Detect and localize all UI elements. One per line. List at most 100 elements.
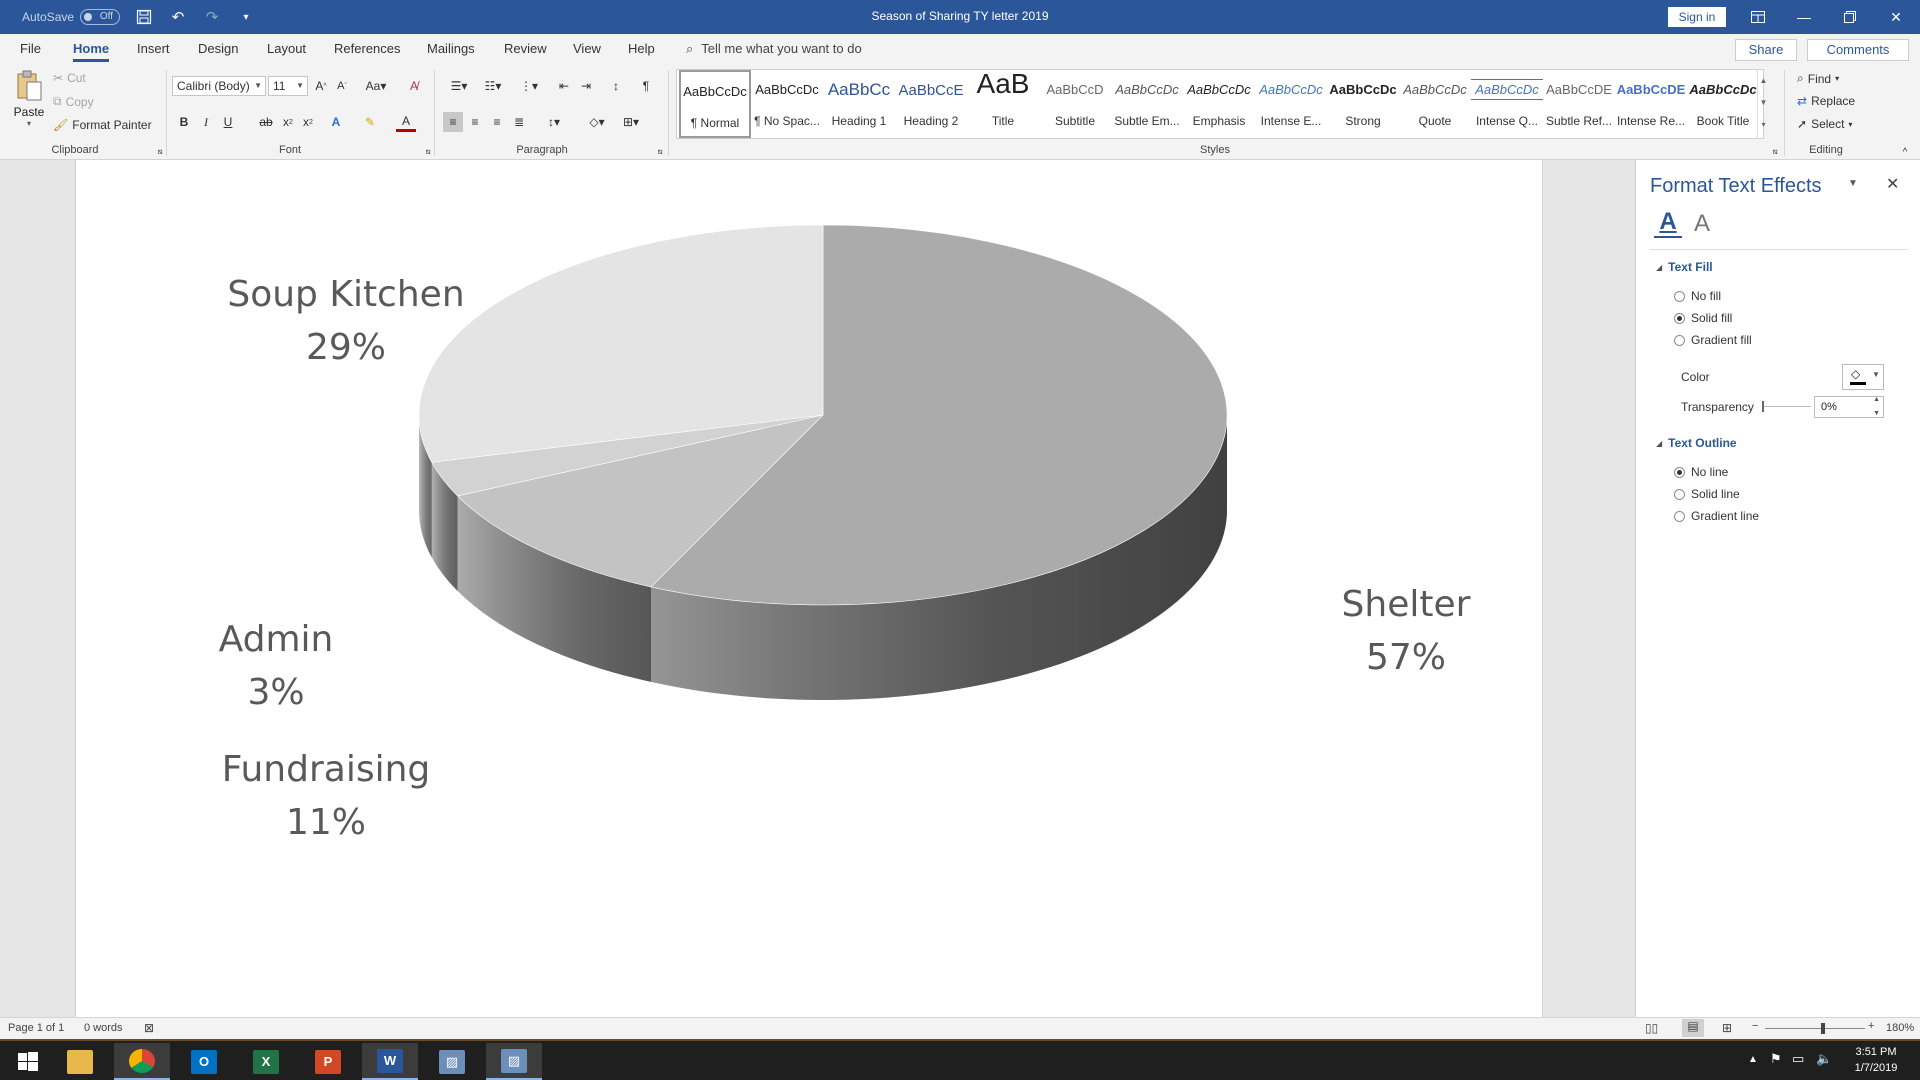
paste-dropdown-icon[interactable]: ▾ bbox=[12, 119, 46, 128]
radio-gradient-line[interactable] bbox=[1674, 510, 1685, 522]
save-icon[interactable] bbox=[134, 7, 154, 27]
underline-icon[interactable]: U bbox=[218, 112, 238, 132]
flag-icon[interactable]: ⚑ bbox=[1770, 1051, 1782, 1067]
more-styles-icon[interactable]: ▾ bbox=[1758, 114, 1769, 136]
font-launcher-icon[interactable]: ⧅ bbox=[418, 142, 438, 162]
pane-options-icon[interactable]: ▼ bbox=[1848, 178, 1858, 189]
style-intense-reference[interactable]: AaBbCcDE Intense Re... bbox=[1615, 70, 1687, 138]
grow-font-icon[interactable]: A ^ bbox=[311, 76, 331, 96]
minimize-icon[interactable]: — bbox=[1781, 0, 1827, 34]
replace-button[interactable]: ⇄ Replace bbox=[1797, 94, 1855, 108]
document-page[interactable]: Soup Kitchen 29% Admin 3% Fundraising 11… bbox=[75, 160, 1543, 1017]
text-effects-tab-icon[interactable]: A bbox=[1694, 210, 1710, 238]
excel-button[interactable]: X bbox=[238, 1043, 294, 1080]
tab-file[interactable]: File bbox=[20, 41, 41, 56]
numbering-icon[interactable]: ☷▾ bbox=[479, 76, 507, 96]
radio-solid-line[interactable] bbox=[1674, 488, 1685, 500]
tab-references[interactable]: References bbox=[334, 41, 400, 56]
text-outline-section-header[interactable]: ◢ Text Outline bbox=[1656, 436, 1737, 450]
font-size-select[interactable]: 11 ▼ bbox=[268, 76, 308, 96]
outlook-button[interactable]: O bbox=[176, 1043, 232, 1080]
style-intense-quote[interactable]: AaBbCcDc Intense Q... bbox=[1471, 70, 1543, 138]
solid-fill-option[interactable]: Solid fill bbox=[1674, 311, 1732, 325]
tab-mailings[interactable]: Mailings bbox=[427, 41, 475, 56]
network-icon[interactable]: ▭ bbox=[1792, 1051, 1804, 1067]
shrink-font-icon[interactable]: Aˇ bbox=[332, 76, 352, 96]
app-button-1[interactable]: ▨ bbox=[424, 1043, 480, 1080]
align-left-icon[interactable]: ≡ bbox=[443, 112, 463, 132]
text-fill-section-header[interactable]: ◢ Text Fill bbox=[1656, 260, 1713, 274]
style-strong[interactable]: AaBbCcDc Strong bbox=[1327, 70, 1399, 138]
clear-formatting-icon[interactable]: A̸ bbox=[404, 76, 424, 96]
borders-icon[interactable]: ⊞▾ bbox=[617, 112, 645, 132]
comments-button[interactable]: Comments bbox=[1807, 39, 1909, 61]
text-fill-outline-tab[interactable]: A bbox=[1654, 208, 1682, 238]
radio-no-fill[interactable] bbox=[1674, 290, 1685, 302]
tab-insert[interactable]: Insert bbox=[137, 41, 170, 56]
file-explorer-button[interactable] bbox=[52, 1043, 108, 1080]
transparency-input[interactable]: 0% ▲ ▼ bbox=[1814, 396, 1884, 418]
close-window-icon[interactable]: ✕ bbox=[1873, 0, 1919, 34]
transparency-slider[interactable] bbox=[1762, 401, 1811, 412]
bold-icon[interactable]: B bbox=[174, 112, 194, 132]
tab-home[interactable]: Home bbox=[73, 41, 110, 62]
style-quote[interactable]: AaBbCcDc Quote bbox=[1399, 70, 1471, 138]
style-book-title[interactable]: AaBbCcDc Book Title bbox=[1687, 70, 1759, 138]
app-button-2[interactable]: ▨ bbox=[486, 1043, 542, 1080]
subscript-icon[interactable]: x2 bbox=[278, 112, 298, 132]
style-title[interactable]: AaB Title bbox=[967, 68, 1039, 138]
collapse-ribbon-icon[interactable]: ^ bbox=[1895, 142, 1915, 162]
ribbon-display-options-icon[interactable] bbox=[1735, 0, 1781, 34]
strikethrough-icon[interactable]: ab bbox=[256, 112, 276, 132]
multilevel-list-icon[interactable]: ⋮▾ bbox=[515, 76, 543, 96]
gradient-fill-option[interactable]: Gradient fill bbox=[1674, 333, 1752, 347]
autosave-toggle[interactable]: AutoSave Off bbox=[22, 9, 121, 25]
align-right-icon[interactable]: ≡ bbox=[487, 112, 507, 132]
chevron-up-icon[interactable]: ▲ bbox=[1758, 70, 1769, 92]
share-button[interactable]: Share bbox=[1735, 39, 1797, 61]
italic-icon[interactable]: I bbox=[196, 112, 216, 132]
style-intense-emphasis[interactable]: AaBbCcDc Intense E... bbox=[1255, 70, 1327, 138]
solid-line-option[interactable]: Solid line bbox=[1674, 487, 1740, 501]
superscript-icon[interactable]: x2 bbox=[298, 112, 318, 132]
restore-icon[interactable] bbox=[1827, 0, 1873, 34]
styles-gallery-scroll[interactable]: ▲ ▼ ▾ bbox=[1757, 70, 1769, 138]
style-subtle-reference[interactable]: AaBbCcDE Subtle Ref... bbox=[1543, 70, 1615, 138]
paste-button[interactable]: Paste ▾ bbox=[12, 70, 46, 138]
word-button[interactable]: W bbox=[362, 1043, 418, 1080]
style-heading-2[interactable]: AaBbCcE Heading 2 bbox=[895, 70, 967, 138]
justify-icon[interactable]: ≣ bbox=[509, 112, 529, 132]
style-normal[interactable]: AaBbCcDc ¶ Normal bbox=[679, 70, 751, 138]
styles-launcher-icon[interactable]: ⧅ bbox=[1765, 142, 1785, 162]
cut-button[interactable]: ✂ Cut bbox=[53, 71, 86, 85]
start-button[interactable] bbox=[0, 1043, 56, 1080]
increase-indent-icon[interactable]: ⇥ bbox=[576, 76, 596, 96]
bullets-icon[interactable]: ☰▾ bbox=[445, 76, 473, 96]
find-button[interactable]: ⌕ Find ▾ bbox=[1797, 71, 1839, 86]
close-pane-icon[interactable]: ✕ bbox=[1886, 174, 1899, 194]
zoom-out-icon[interactable]: − bbox=[1752, 1020, 1758, 1032]
read-mode-icon[interactable]: ▯▯ bbox=[1645, 1021, 1658, 1035]
change-case-icon[interactable]: Aa▾ bbox=[362, 76, 390, 96]
select-button[interactable]: ➚ Select ▾ bbox=[1797, 117, 1852, 131]
web-layout-icon[interactable]: ⊞ bbox=[1722, 1021, 1732, 1035]
show-formatting-marks-icon[interactable]: ¶ bbox=[636, 76, 656, 96]
tab-view[interactable]: View bbox=[573, 41, 601, 56]
style-subtitle[interactable]: AaBbCcD Subtitle bbox=[1039, 70, 1111, 138]
page-count[interactable]: Page 1 of 1 bbox=[8, 1022, 64, 1034]
font-color-icon[interactable]: A bbox=[396, 112, 416, 132]
font-name-select[interactable]: Calibri (Body) ▼ bbox=[172, 76, 266, 96]
style-subtle-emphasis[interactable]: AaBbCcDc Subtle Em... bbox=[1111, 70, 1183, 138]
clock[interactable]: 3:51 PM 1/7/2019 bbox=[1846, 1044, 1906, 1076]
style-emphasis[interactable]: AaBbCcDc Emphasis bbox=[1183, 70, 1255, 138]
tab-review[interactable]: Review bbox=[504, 41, 547, 56]
volume-icon[interactable]: 🔈 bbox=[1816, 1051, 1832, 1067]
line-spacing-icon[interactable]: ↕▾ bbox=[540, 112, 568, 132]
print-layout-icon[interactable]: ▤ bbox=[1682, 1019, 1704, 1037]
text-effects-icon[interactable]: A bbox=[326, 112, 346, 132]
redo-icon[interactable]: ↷ bbox=[202, 7, 222, 27]
radio-gradient-fill[interactable] bbox=[1674, 334, 1685, 346]
customize-qat-icon[interactable]: ▾ bbox=[236, 7, 256, 27]
tell-me-search[interactable]: ⌕ Tell me what you want to do bbox=[686, 41, 862, 57]
highlight-color-icon[interactable]: ✎ bbox=[360, 112, 380, 132]
